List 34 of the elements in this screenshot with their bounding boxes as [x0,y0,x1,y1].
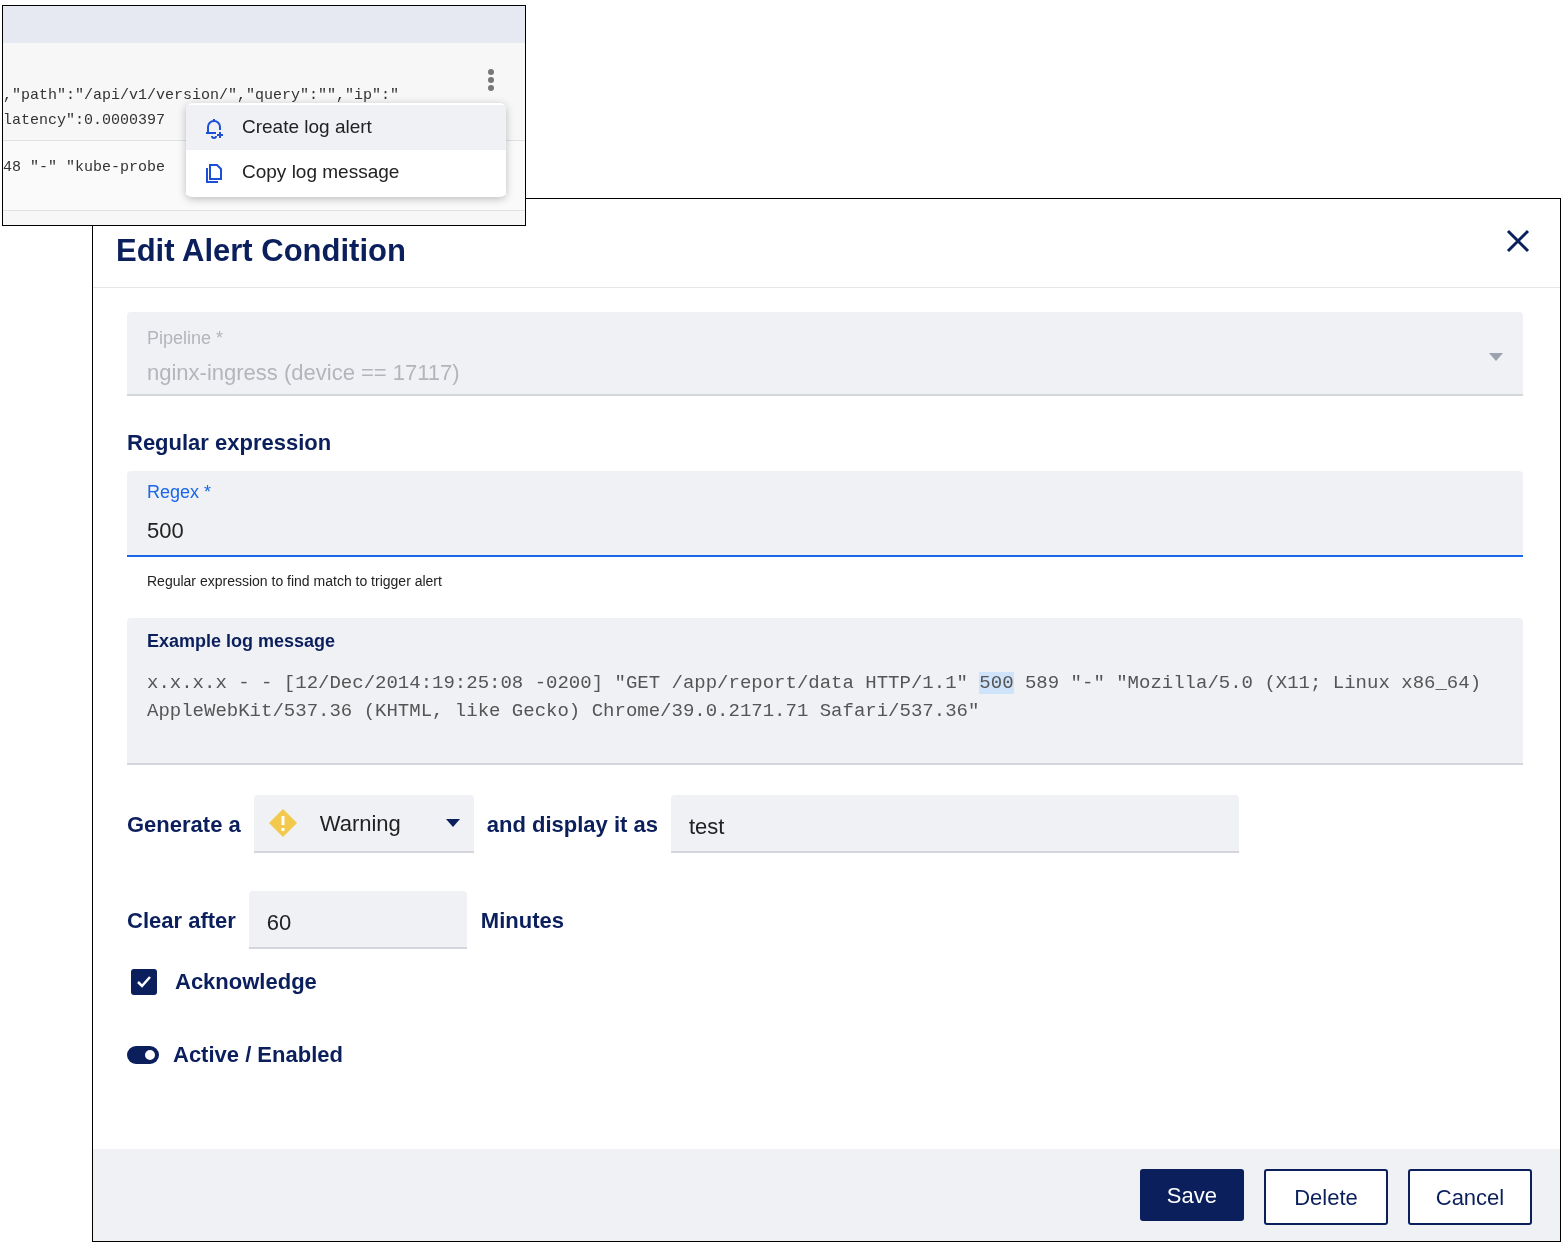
severity-select[interactable]: Warning [253,795,474,853]
log-line: 48 "-" "kube-probe [3,158,166,178]
warning-icon [267,808,298,838]
active-label: Active / Enabled [173,1041,343,1069]
dialog-title: Edit Alert Condition [116,231,406,270]
field-label: Regex * [147,481,213,504]
caret-icon [1489,353,1503,361]
display-label: and display it as [486,810,658,839]
clear-minutes-field[interactable]: 60 [248,891,467,949]
acknowledge-checkbox[interactable] [131,968,157,995]
log-line: ,"path":"/api/v1/version/","query":"","ip":" [3,86,400,106]
caret-icon [445,819,460,827]
field-value: 500 [147,517,185,545]
active-toggle[interactable] [127,1045,159,1064]
field-value: nginx-ingress (device == 17117) [147,359,460,387]
field-label: Pipeline * [147,327,225,350]
section-heading: Regular expression [127,429,333,457]
close-icon[interactable] [1506,229,1530,253]
menu-item[interactable]: Copy log message [186,150,506,195]
helper-text: Regular expression to find match to trigger alert [146,572,443,591]
display-name-field[interactable]: test [670,795,1239,853]
generate-label: Generate a [127,810,241,839]
example-label: Example log message [147,630,337,653]
log-line: latency":0.0000397 [3,111,166,131]
more-options-icon[interactable] [487,68,495,92]
save-button[interactable]: Save [1139,1169,1244,1221]
clear-label: Clear after [127,906,236,935]
acknowledge-label: Acknowledge [175,968,317,996]
menu-item[interactable]: Create log alert [186,105,506,150]
regex-field[interactable]: Regex * 500 [127,471,1523,557]
example-log-text: x.x.x.x - - [12/Dec/2014:19:25:08 -0200] "GET /app/report/data HTTP/1.1" 500 589 "-" "Mozilla/5.0 (X11; Linux x86_64) AppleWebKit/537.36 (KHTML, like Gecko) Chrome/39.0.2171.71 Safari/537.36" [147,671,1483,724]
dialog-button[interactable]: Cancel [1408,1169,1532,1225]
dialog-button[interactable]: Delete [1264,1169,1388,1225]
minutes-label: Minutes [480,906,564,935]
